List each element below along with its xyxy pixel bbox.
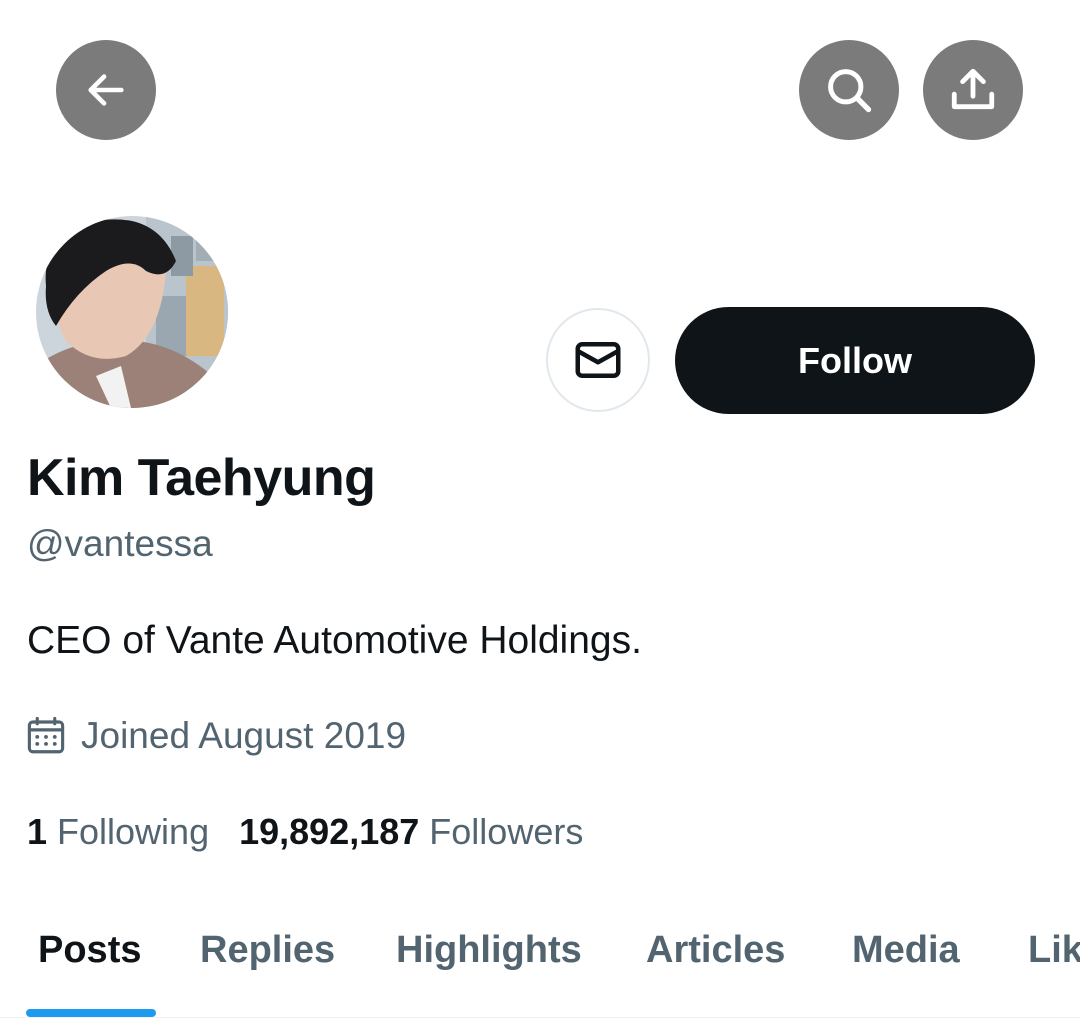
- followers-label: Followers: [429, 811, 584, 852]
- tab-posts[interactable]: Posts: [38, 926, 141, 974]
- share-upload-icon: [951, 68, 995, 110]
- envelope-icon: [575, 342, 621, 378]
- bio: CEO of Vante Automotive Holdings.: [27, 619, 642, 662]
- message-button[interactable]: [546, 308, 650, 412]
- back-button[interactable]: [56, 40, 156, 140]
- tab-articles[interactable]: Articles: [646, 926, 785, 974]
- search-button[interactable]: [799, 40, 899, 140]
- following-label: Following: [57, 811, 210, 852]
- joined-date: Joined August 2019: [25, 712, 406, 760]
- search-icon: [828, 69, 872, 113]
- display-name: Kim Taehyung: [27, 449, 376, 507]
- joined-text: Joined August 2019: [81, 715, 407, 756]
- tab-likes[interactable]: Lik: [1028, 926, 1080, 974]
- user-handle: @vantessa: [27, 523, 213, 564]
- tab-replies[interactable]: Replies: [200, 926, 335, 974]
- arrow-left-icon: [88, 74, 124, 106]
- followers-count: 19,892,187: [239, 811, 420, 852]
- following-count: 1: [27, 811, 48, 852]
- followers-link[interactable]: 19,892,187 Followers: [239, 811, 583, 853]
- share-button[interactable]: [923, 40, 1023, 140]
- tab-highlights[interactable]: Highlights: [396, 926, 582, 974]
- following-link[interactable]: 1 Following: [27, 811, 209, 853]
- tab-media[interactable]: Media: [852, 926, 960, 974]
- calendar-icon: [27, 716, 65, 754]
- active-tab-indicator: [26, 1009, 156, 1017]
- follow-stats: 1 Following 19,892,187 Followers: [27, 808, 583, 856]
- avatar[interactable]: [36, 216, 228, 408]
- profile-tabs: Posts Replies Highlights Articles Media …: [0, 918, 1080, 1018]
- follow-button[interactable]: Follow: [675, 307, 1035, 414]
- tabs-divider: [0, 1017, 1080, 1018]
